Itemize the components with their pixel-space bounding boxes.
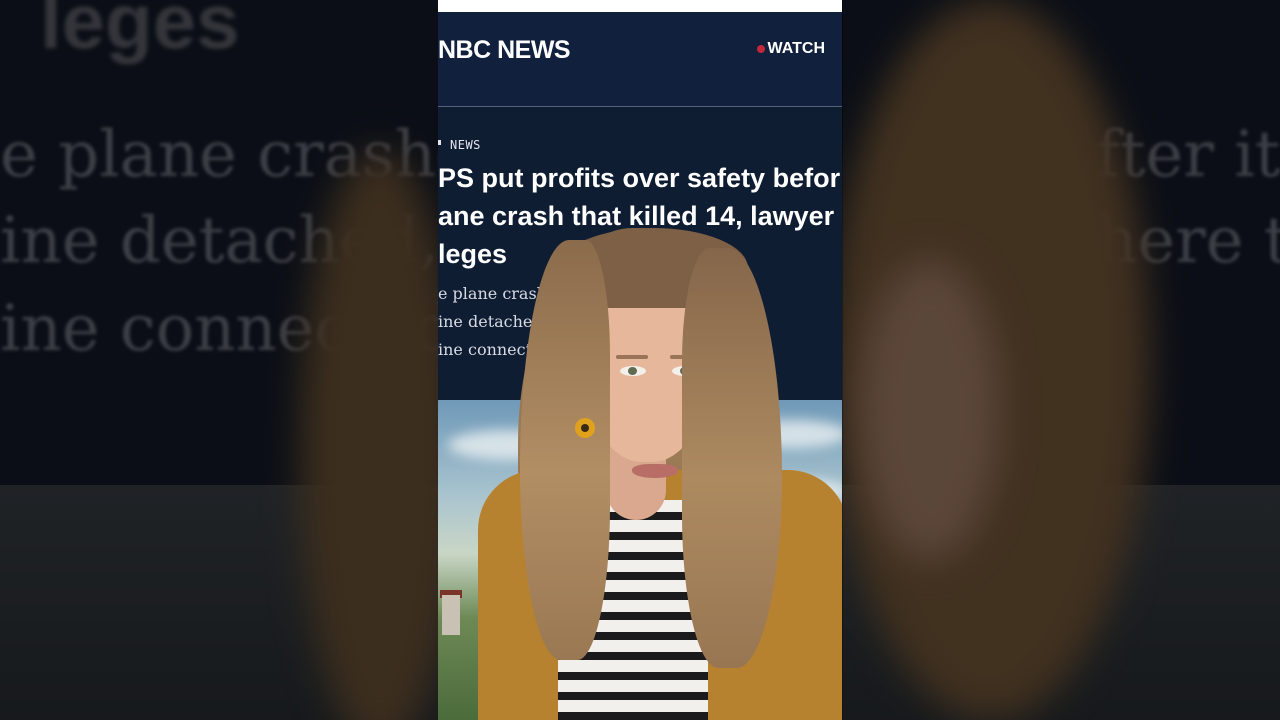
presenter-video (438, 0, 842, 720)
sunflower-earring-icon (575, 418, 595, 438)
presenter-mouth (632, 464, 678, 478)
presenter-brow-left (616, 355, 648, 359)
presenter-hair-right (682, 248, 782, 668)
frame-edge (842, 0, 843, 720)
presenter-hair-left (520, 240, 610, 660)
presenter-eye-left (620, 366, 646, 376)
